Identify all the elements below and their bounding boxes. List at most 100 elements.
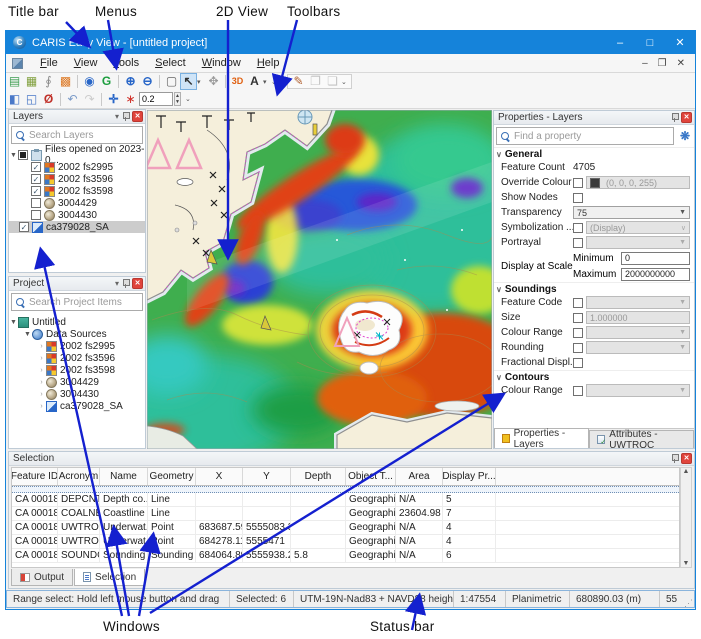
minimize-button[interactable]: –	[605, 31, 635, 54]
layer-checkbox[interactable]: ✓	[31, 174, 41, 184]
attach-icon[interactable]: ∮	[40, 74, 57, 89]
feature-code-checkbox[interactable]	[573, 298, 583, 308]
layer-item-selected[interactable]: ✓ ca379028_SA	[9, 221, 145, 233]
copy-disabled-icon[interactable]: ❏	[324, 74, 341, 89]
layer-item[interactable]: ✓ 2002 fs3598	[9, 185, 145, 197]
pan-hand-icon[interactable]: ✥	[205, 74, 222, 89]
table-row-partial[interactable]	[12, 486, 679, 493]
pointer-tool-icon[interactable]: ↖	[180, 73, 197, 90]
menu-file[interactable]: File	[32, 57, 66, 69]
project-panel-titlebar[interactable]: Project ▾ ✕	[9, 277, 145, 291]
layers-root-checkbox[interactable]	[18, 150, 28, 160]
layers-panel-close-icon[interactable]: ✕	[132, 111, 143, 122]
redo-gray-icon[interactable]: ↷	[81, 92, 98, 107]
contours-colour-range-checkbox[interactable]	[573, 386, 583, 396]
properties-panel-close-icon[interactable]: ✕	[681, 112, 692, 123]
edit-group-overflow[interactable]: ⌄	[341, 78, 349, 86]
tab-selection[interactable]: Selection	[74, 569, 145, 586]
status-mode[interactable]: Planimetric	[506, 591, 570, 607]
select-rect-filled-icon[interactable]: ◧	[6, 92, 23, 107]
project-item[interactable]: › ca379028_SA	[9, 400, 145, 412]
mdi-close-button[interactable]: ✕	[677, 58, 685, 69]
table-row[interactable]: CA 00018...SOUNDGSoundingSounding684064.…	[12, 549, 679, 563]
fractional-checkbox[interactable]	[573, 358, 583, 368]
table-row[interactable]: CA 00018...COALNECoastlineLineGeographic…	[12, 507, 679, 521]
project-search[interactable]	[11, 293, 143, 311]
menu-view[interactable]: View	[66, 57, 106, 69]
rounding-dropdown[interactable]: ▼	[586, 341, 690, 354]
no-zoom-icon[interactable]: Ø	[40, 92, 57, 107]
contours-colour-range-dropdown[interactable]: ▼	[586, 384, 690, 397]
size-checkbox[interactable]	[573, 313, 583, 323]
column-header[interactable]: Object T...	[346, 468, 396, 485]
layers-search[interactable]	[11, 126, 143, 144]
select-rect-icon[interactable]: ◱	[23, 92, 40, 107]
open-project-icon[interactable]: ▦	[23, 74, 40, 89]
paste-disabled-icon[interactable]: ❐	[307, 74, 324, 89]
measure-icon[interactable]: ✎	[290, 74, 307, 89]
selection-panel-close-icon[interactable]: ✕	[681, 453, 692, 464]
column-header[interactable]: Acronym	[58, 468, 100, 485]
close-button[interactable]: ✕	[665, 31, 695, 54]
rounding-checkbox[interactable]	[573, 343, 583, 353]
layer-item[interactable]: 3004429	[9, 197, 145, 209]
portrayal-dropdown[interactable]: ▼	[586, 236, 690, 249]
symbolization-checkbox[interactable]	[573, 223, 583, 233]
layer-checkbox[interactable]: ✓	[31, 162, 41, 172]
status-scale[interactable]: 1:47554	[454, 591, 506, 607]
column-header[interactable]: X	[196, 468, 243, 485]
override-colour-field[interactable]: (0, 0, 0, 255)	[586, 176, 690, 189]
column-header[interactable]: Geometry	[148, 468, 196, 485]
layers-panel-menu-icon[interactable]: ▾	[115, 112, 119, 121]
symbolization-dropdown[interactable]: (Display)∨	[586, 221, 690, 234]
layer-checkbox[interactable]: ✓	[31, 186, 41, 196]
column-header[interactable]: Y	[243, 468, 291, 485]
tab-properties-layers[interactable]: Properties - Layers	[494, 428, 589, 448]
north-arrow-dropdown[interactable]: ▾	[263, 78, 271, 86]
minimum-input[interactable]: 0	[621, 252, 690, 265]
selection-panel-pin-icon[interactable]	[671, 454, 678, 463]
gear-icon[interactable]: ❋	[680, 129, 690, 143]
project-item[interactable]: › 3004429	[9, 376, 145, 388]
select-area-icon[interactable]: ▢	[163, 74, 180, 89]
project-search-input[interactable]	[29, 297, 142, 308]
resize-grip[interactable]	[682, 591, 694, 607]
mdi-minimize-button[interactable]: –	[642, 58, 648, 69]
menu-tools[interactable]: Tools	[105, 57, 147, 69]
project-root-item[interactable]: ▼ Untitled	[9, 316, 145, 328]
size-input[interactable]: 1.000000	[586, 311, 690, 324]
column-header[interactable]: Name	[100, 468, 148, 485]
feature-code-dropdown[interactable]: ▼	[586, 296, 690, 309]
3d-view-icon[interactable]: 3D	[229, 74, 246, 89]
layers-panel-titlebar[interactable]: Layers ▾ ✕	[9, 110, 145, 124]
toolbar-overflow[interactable]: ⌄	[271, 78, 279, 86]
layer-item[interactable]: 3004430	[9, 209, 145, 221]
data-sources-item[interactable]: ▼ Data Sources	[9, 328, 145, 340]
properties-search[interactable]	[496, 127, 674, 145]
layer-checkbox[interactable]: ✓	[19, 222, 29, 232]
status-crs[interactable]: UTM-19N-Nad83 + NAVD88 height	[294, 591, 454, 607]
project-item[interactable]: › 2002 fs3596	[9, 352, 145, 364]
colour-range-checkbox[interactable]	[573, 328, 583, 338]
properties-search-input[interactable]	[514, 131, 673, 142]
scroll-down-icon[interactable]: ▼	[683, 560, 690, 567]
project-panel-close-icon[interactable]: ✕	[132, 278, 143, 289]
show-nodes-checkbox[interactable]	[573, 193, 583, 203]
title-bar[interactable]: C CARIS Easy View - [untitled project] –…	[6, 31, 695, 54]
table-row[interactable]: CA 00018...UWTROCUnderwat...Point684278.…	[12, 535, 679, 549]
layer-checkbox[interactable]	[31, 210, 41, 220]
menu-window[interactable]: Window	[194, 57, 249, 69]
mdi-document-icon[interactable]	[12, 58, 23, 69]
maximum-input[interactable]: 2000000000	[621, 268, 690, 281]
globe-icon[interactable]: ◉	[81, 74, 98, 89]
zoom-factor-input[interactable]	[139, 92, 173, 106]
column-header[interactable]: Display Pr...	[443, 468, 496, 485]
maximize-button[interactable]: □	[635, 31, 665, 54]
layer-item[interactable]: ✓ 2002 fs3596	[9, 173, 145, 185]
open-file-icon[interactable]: ▤	[6, 74, 23, 89]
project-item[interactable]: › 3004430	[9, 388, 145, 400]
google-earth-icon[interactable]: G	[98, 74, 115, 89]
table-row[interactable]: CA 00018...UWTROCUnderwat...Point683687.…	[12, 521, 679, 535]
transparency-dropdown[interactable]: 75▼	[573, 206, 690, 219]
properties-panel-titlebar[interactable]: Properties - Layers ✕	[494, 111, 694, 125]
